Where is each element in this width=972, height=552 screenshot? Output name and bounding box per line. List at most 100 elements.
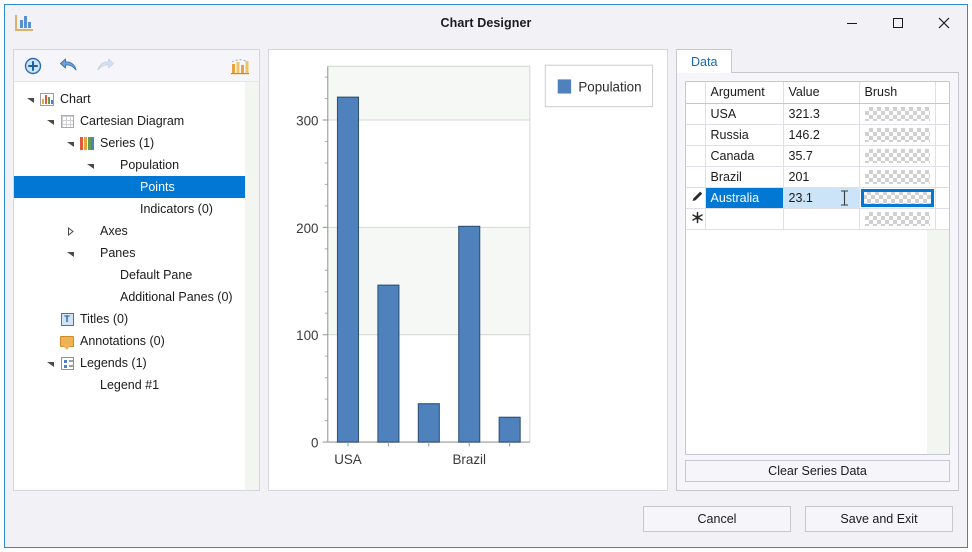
svg-text:USA: USA	[334, 452, 362, 467]
minimize-icon[interactable]	[829, 5, 875, 41]
tree-expander[interactable]	[62, 139, 78, 148]
cell-argument[interactable]: Australia	[705, 187, 784, 209]
brush-swatch[interactable]	[864, 127, 930, 142]
chevron-down-icon[interactable]	[46, 359, 55, 368]
tree-item-series-1[interactable]: Series (1)	[14, 132, 259, 154]
data-tab-content: Argument Value Brush USA 321.3 Russia 146.2…	[676, 73, 959, 491]
tree-expander[interactable]	[42, 117, 58, 126]
brush-swatch[interactable]	[860, 188, 934, 207]
table-row[interactable]: Brazil 201	[686, 166, 949, 188]
column-header-value[interactable]: Value	[783, 82, 860, 104]
tab-data[interactable]: Data	[676, 49, 733, 73]
cell-argument[interactable]: Canada	[705, 145, 784, 167]
row-header-cell[interactable]	[686, 208, 706, 230]
tree-scrollbar-track[interactable]	[245, 82, 259, 490]
chevron-right-icon[interactable]	[66, 226, 75, 236]
save-and-exit-button[interactable]: Save and Exit	[805, 506, 953, 532]
tree-item-icon	[38, 91, 56, 107]
chart-wizard-icon[interactable]	[229, 55, 251, 77]
tree-expander[interactable]	[42, 359, 58, 368]
tree-item-additional-panes-0[interactable]: Additional Panes (0)	[14, 286, 259, 308]
table-row[interactable]: Russia 146.2	[686, 124, 949, 146]
undo-arrow-icon[interactable]	[58, 55, 80, 77]
chevron-down-icon[interactable]	[26, 95, 35, 104]
tree-item-population[interactable]: Population	[14, 154, 259, 176]
cell-argument[interactable]: Russia	[705, 124, 784, 146]
brush-swatch[interactable]	[864, 106, 930, 121]
row-header-cell[interactable]	[686, 124, 706, 146]
chevron-down-icon[interactable]	[86, 161, 95, 170]
cell-argument[interactable]: Brazil	[705, 166, 784, 188]
chevron-down-icon[interactable]	[66, 139, 75, 148]
tree-item-panes[interactable]: Panes	[14, 242, 259, 264]
table-row[interactable]	[686, 208, 949, 230]
chart-icon	[40, 92, 54, 106]
population-bar-chart: 0 100 200 300 USA Brazil Population	[296, 64, 654, 467]
svg-text:100: 100	[296, 328, 319, 343]
close-icon[interactable]	[921, 5, 967, 41]
cell-filler	[935, 145, 949, 167]
tree-item-default-pane[interactable]: Default Pane	[14, 264, 259, 286]
tree-item-legend-1[interactable]: Legend #1	[14, 374, 259, 396]
tree-item-chart[interactable]: Chart	[14, 88, 259, 110]
tree-expander[interactable]	[82, 161, 98, 170]
page-title: Chart Designer	[440, 16, 532, 30]
tree-item-icon-placeholder	[78, 377, 96, 393]
chart-canvas[interactable]: 0 100 200 300 USA Brazil Population	[269, 50, 667, 490]
tree-item-legends-1[interactable]: Legends (1)	[14, 352, 259, 374]
tree-item-indicators-0[interactable]: Indicators (0)	[14, 198, 259, 220]
row-header-cell[interactable]	[686, 187, 706, 209]
table-row[interactable]: USA 321.3	[686, 103, 949, 125]
data-panel: Data Argument Value Brush USA 321.3 Russ…	[676, 49, 959, 491]
brush-swatch[interactable]	[864, 169, 930, 184]
row-header-cell[interactable]	[686, 145, 706, 167]
row-header-cell[interactable]	[686, 166, 706, 188]
cell-value[interactable]: 23.1	[783, 187, 860, 209]
cell-brush[interactable]	[859, 145, 936, 167]
tree-expander[interactable]	[22, 95, 38, 104]
cell-filler	[935, 166, 949, 188]
cell-brush[interactable]	[859, 166, 936, 188]
column-header-brush[interactable]: Brush	[859, 82, 936, 104]
tree-item-axes[interactable]: Axes	[14, 220, 259, 242]
cell-brush[interactable]	[859, 124, 936, 146]
plus-circle-icon[interactable]	[22, 55, 44, 77]
cell-argument[interactable]	[705, 208, 784, 230]
tree-item-label: Series (1)	[100, 136, 155, 150]
tree-item-titles-0[interactable]: T Titles (0)	[14, 308, 259, 330]
cell-argument[interactable]: USA	[705, 103, 784, 125]
tree-scroll-area[interactable]: Chart Cartesian Diagram Series (1) Populati…	[14, 82, 259, 490]
tree-expander[interactable]	[62, 249, 78, 258]
tree-item-annotations-0[interactable]: Annotations (0)	[14, 330, 259, 352]
series-data-grid[interactable]: Argument Value Brush USA 321.3 Russia 146.2…	[685, 81, 950, 455]
table-row[interactable]: Canada 35.7	[686, 145, 949, 167]
brush-swatch[interactable]	[864, 211, 930, 226]
cell-value[interactable]: 321.3	[783, 103, 860, 125]
chevron-down-icon[interactable]	[46, 117, 55, 126]
tree-item-points[interactable]: Points	[14, 176, 259, 198]
tree-item-cartesian-diagram[interactable]: Cartesian Diagram	[14, 110, 259, 132]
cell-value[interactable]	[783, 208, 860, 230]
tree-item-label: Legends (1)	[80, 356, 147, 370]
cancel-button[interactable]: Cancel	[643, 506, 791, 532]
clear-series-data-button[interactable]: Clear Series Data	[685, 460, 950, 482]
cell-brush[interactable]	[859, 187, 936, 209]
row-header-cell[interactable]	[686, 103, 706, 125]
cell-filler	[935, 124, 949, 146]
maximize-icon[interactable]	[875, 5, 921, 41]
cell-brush[interactable]	[859, 103, 936, 125]
cell-value[interactable]: 146.2	[783, 124, 860, 146]
window-controls	[829, 5, 967, 41]
tree-item-label: Titles (0)	[80, 312, 129, 326]
tree-item-label: Population	[120, 158, 180, 172]
tree-expander[interactable]	[62, 226, 78, 236]
bar-australia	[498, 416, 521, 443]
cell-brush[interactable]	[859, 208, 936, 230]
chevron-down-icon[interactable]	[66, 249, 75, 258]
cell-value[interactable]: 35.7	[783, 145, 860, 167]
brush-swatch[interactable]	[864, 148, 930, 163]
text-cursor-icon	[840, 189, 848, 206]
column-header-argument[interactable]: Argument	[705, 82, 784, 104]
cell-value[interactable]: 201	[783, 166, 860, 188]
table-row[interactable]: Australia 23.1	[686, 187, 949, 209]
